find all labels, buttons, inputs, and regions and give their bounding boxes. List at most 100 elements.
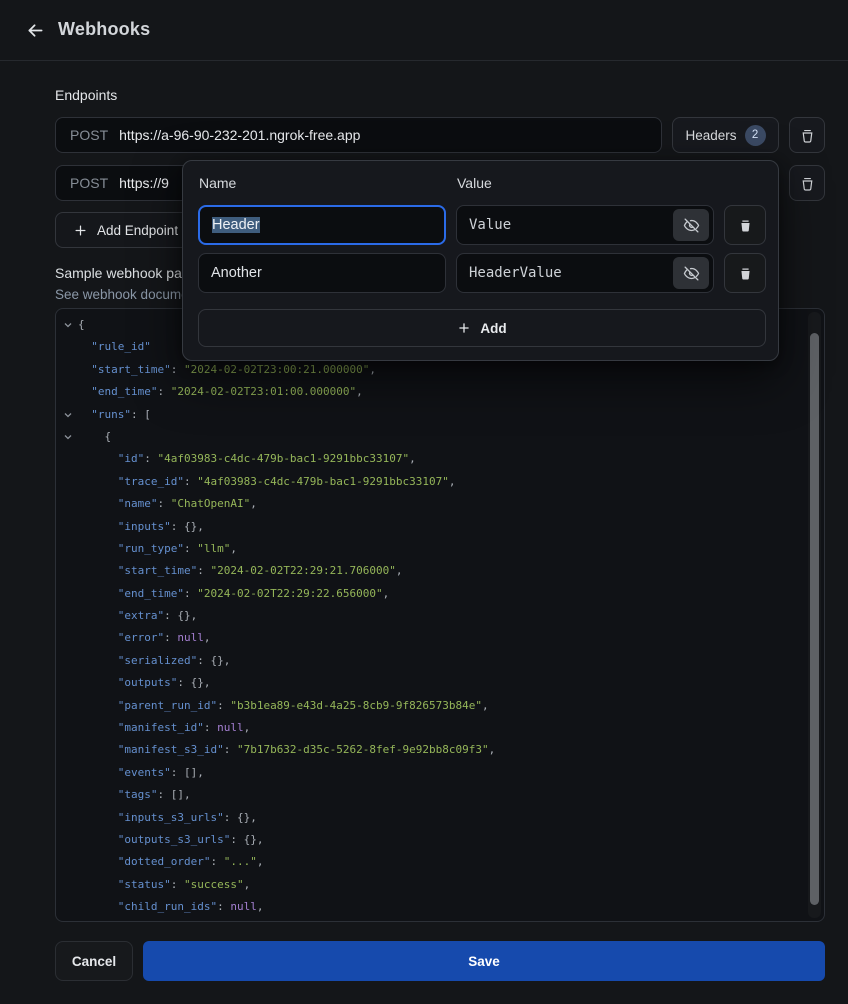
add-endpoint-label: Add Endpoint [97, 223, 178, 238]
code-token: "manifest_s3_id" [78, 743, 224, 756]
code-token: , [396, 564, 403, 577]
code-token: "inputs" [78, 520, 171, 533]
code-token: : {}, [230, 833, 263, 846]
code-line: "outputs": {}, [60, 672, 800, 694]
code-token: , [409, 452, 416, 465]
code-token: : [144, 452, 157, 465]
delete-header-button[interactable] [724, 205, 766, 245]
header-name-input[interactable]: Another [198, 253, 446, 293]
save-button[interactable]: Save [143, 941, 825, 981]
code-token: : {}, [224, 811, 257, 824]
top-bar: Webhooks [0, 0, 848, 61]
code-token: "run_type" [78, 542, 184, 555]
code-token: , [230, 542, 237, 555]
add-header-button[interactable]: Add [198, 309, 766, 347]
code-token: "7b17b632-d35c-5262-8fef-9e92bb8c09f3" [237, 743, 489, 756]
code-token: : [ [131, 408, 151, 421]
code-token: "rule_id" [78, 340, 151, 353]
code-token: , [449, 475, 456, 488]
endpoints-section-label: Endpoints [55, 87, 117, 103]
code-token: "extra" [78, 609, 164, 622]
code-token: : [171, 878, 184, 891]
code-token: : {}, [164, 609, 197, 622]
code-line: "start_time": "2024-02-02T23:00:21.00000… [60, 359, 800, 381]
code-token: "parent_run_id" [78, 699, 217, 712]
fold-chevron-icon[interactable] [63, 320, 73, 330]
toggle-visibility-button[interactable] [673, 209, 709, 241]
code-token: "2024-02-02T23:01:00.000000" [171, 385, 356, 398]
delete-endpoint-button[interactable] [789, 117, 825, 153]
http-method-label: POST [70, 175, 108, 191]
code-token: "end_time" [78, 587, 184, 600]
header-value-input[interactable]: Value [456, 205, 714, 245]
page-title: Webhooks [58, 19, 150, 40]
headers-popover: Name Value Header Value Another HeaderVa… [182, 160, 779, 361]
code-token: : [204, 721, 217, 734]
code-token: { [78, 318, 85, 331]
code-token: : {}, [171, 520, 204, 533]
code-token: "manifest_id" [78, 721, 204, 734]
code-token: "4af03983-c4dc-479b-bac1-9291bbc33107" [197, 475, 449, 488]
code-token: , [244, 721, 251, 734]
code-token: : [217, 900, 230, 913]
header-value-text: HeaderValue [469, 265, 562, 281]
code-line: "trace_id": "4af03983-c4dc-479b-bac1-929… [60, 471, 800, 493]
arrow-left-icon [25, 20, 46, 41]
endpoint-url-input[interactable]: POST https://a-96-90-232-201.ngrok-free.… [55, 117, 662, 153]
code-token: , [257, 855, 264, 868]
code-line: "tags": [], [60, 784, 800, 806]
code-line: "id": "4af03983-c4dc-479b-bac1-9291bbc33… [60, 448, 800, 470]
code-token: , [257, 900, 264, 913]
code-token: null [230, 900, 257, 913]
code-line: "start_time": "2024-02-02T22:29:21.70600… [60, 560, 800, 582]
scrollbar-thumb[interactable] [810, 333, 819, 905]
code-token: : [157, 385, 170, 398]
fold-chevron-icon[interactable] [63, 410, 73, 420]
code-token: null [177, 631, 204, 644]
code-token: "events" [78, 766, 171, 779]
header-value-text: Value [469, 217, 511, 233]
code-token: "..." [224, 855, 257, 868]
code-token: : [184, 542, 197, 555]
code-token: , [250, 497, 257, 510]
code-token: , [244, 878, 251, 891]
code-line: "extra": {}, [60, 605, 800, 627]
code-line: "end_time": "2024-02-02T23:01:00.000000"… [60, 381, 800, 403]
code-line: "error": null, [60, 627, 800, 649]
code-line: "run_type": "llm", [60, 538, 800, 560]
cancel-button[interactable]: Cancel [55, 941, 133, 981]
code-token: "id" [78, 452, 144, 465]
code-token: , [482, 699, 489, 712]
code-token: : [157, 497, 170, 510]
header-value-input[interactable]: HeaderValue [456, 253, 714, 293]
toggle-visibility-button[interactable] [673, 257, 709, 289]
code-token: "start_time" [78, 564, 197, 577]
code-token: "inputs_s3_urls" [78, 811, 224, 824]
code-token: "4af03983-c4dc-479b-bac1-9291bbc33107" [157, 452, 409, 465]
trash-filled-icon [738, 218, 753, 233]
code-line: "serialized": {}, [60, 650, 800, 672]
code-token: : [], [171, 766, 204, 779]
code-line: "events": [], [60, 762, 800, 784]
endpoint-url-value: https://a-96-90-232-201.ngrok-free.app [119, 127, 360, 143]
header-name-input[interactable]: Header [198, 205, 446, 245]
headers-button[interactable]: Headers 2 [672, 117, 779, 153]
code-token: "error" [78, 631, 164, 644]
code-token: : [184, 475, 197, 488]
delete-header-button[interactable] [724, 253, 766, 293]
fold-chevron-icon[interactable] [63, 432, 73, 442]
code-token: : [224, 743, 237, 756]
code-token: : [217, 699, 230, 712]
trash-icon [799, 175, 816, 192]
back-button[interactable] [16, 11, 54, 49]
code-token: "dotted_order" [78, 855, 210, 868]
code-token: : [171, 363, 184, 376]
code-token: "ChatOpenAI" [171, 497, 250, 510]
webhooks-page: Webhooks Endpoints POST https://a-96-90-… [0, 0, 848, 1004]
endpoint-url-value: https://9 [119, 175, 169, 191]
code-line: "name": "ChatOpenAI", [60, 493, 800, 515]
json-code: { "rule_id" "start_time": "2024-02-02T23… [56, 309, 824, 921]
header-name-text: Another [211, 265, 262, 281]
code-token: "outputs" [78, 676, 177, 689]
delete-endpoint-button[interactable] [789, 165, 825, 201]
